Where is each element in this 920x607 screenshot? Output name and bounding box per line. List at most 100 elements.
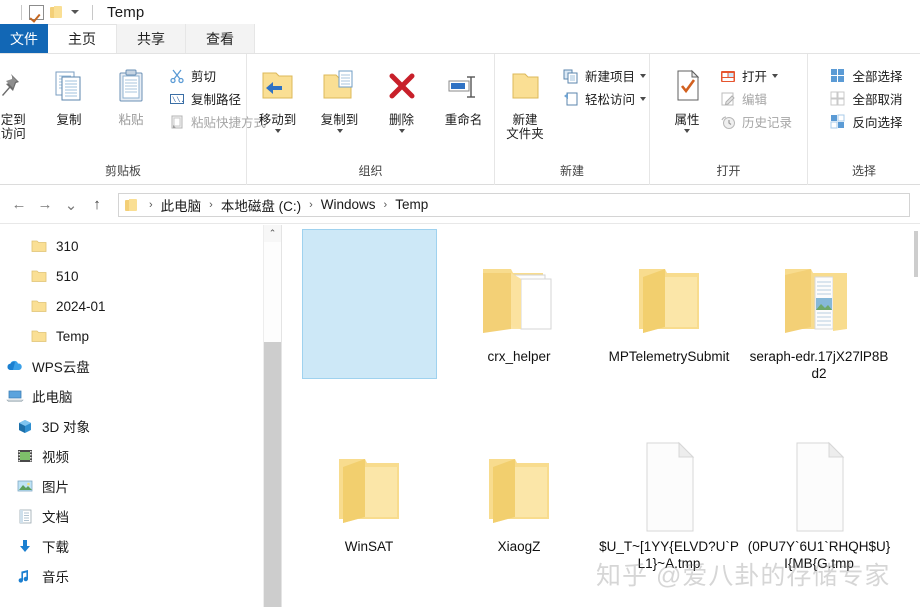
breadcrumb-item-windows[interactable]: Windows xyxy=(318,197,379,212)
documents-icon xyxy=(14,509,36,524)
recent-locations-button[interactable]: ⌄ xyxy=(58,192,84,218)
tab-share[interactable]: 共享 xyxy=(117,24,186,53)
nav-item-510[interactable]: 510 xyxy=(0,261,262,291)
copy-label: 复制 xyxy=(56,113,82,127)
tab-file[interactable]: 文件 xyxy=(0,24,48,53)
nav-item-music[interactable]: 音乐 xyxy=(0,561,262,591)
select-small-commands: 全部选择 全部取消 反向选择 xyxy=(821,58,906,133)
properties-button[interactable]: 属性 xyxy=(661,58,713,133)
delete-button[interactable]: 删除 xyxy=(371,58,433,133)
up-button[interactable]: ↑ xyxy=(84,192,110,218)
invert-selection-button[interactable]: 反向选择 xyxy=(829,110,903,133)
select-none-button[interactable]: 全部取消 xyxy=(829,87,903,110)
folder-with-files-icon xyxy=(444,229,594,347)
copy-path-icon: \\.. xyxy=(168,90,186,108)
scissors-icon xyxy=(168,67,186,85)
new-folder-button[interactable]: 新建 文件夹 xyxy=(494,58,556,141)
copy-to-button[interactable]: 复制到 xyxy=(309,58,371,133)
chevron-down-icon[interactable] xyxy=(772,73,778,78)
history-label: 历史记录 xyxy=(741,116,792,130)
breadcrumb-item-this-pc[interactable]: 此电脑 xyxy=(158,195,205,215)
easy-access-button[interactable]: 轻松访问 xyxy=(562,87,647,110)
file-item-crx-helper[interactable]: crx_helper xyxy=(444,229,594,366)
open-button[interactable]: 打开 xyxy=(719,64,792,87)
nav-item-310[interactable]: 310 xyxy=(0,231,262,261)
ribbon-group-label-open: 打开 xyxy=(716,164,741,178)
scrollbar-thumb[interactable] xyxy=(264,242,281,342)
window-title: Temp xyxy=(107,3,145,21)
chevron-down-icon[interactable] xyxy=(640,73,647,78)
ribbon: 固定到 速访问 xyxy=(0,54,920,185)
move-to-button[interactable]: 移动到 xyxy=(247,58,309,133)
copy-button[interactable]: 复制 xyxy=(38,58,100,127)
tab-view[interactable]: 查看 xyxy=(186,24,255,53)
file-explorer-window: Temp 文件 主页 共享 查看 固定到 速访问 xyxy=(0,0,920,607)
rename-button[interactable]: 重命名 xyxy=(433,58,495,127)
pin-to-quick-access-button[interactable]: 固定到 速访问 xyxy=(0,58,38,141)
back-button[interactable]: ← xyxy=(6,192,32,218)
nav-item-2024-01[interactable]: 2024-01 xyxy=(0,291,262,321)
selection-highlight xyxy=(302,229,437,379)
file-item-2345-crashes[interactable]: 2345_Crashes xyxy=(294,229,444,379)
file-item-tmp-1[interactable]: $U_T~[1YY{ELVD?U`PL1}~A.tmp xyxy=(594,419,744,573)
edit-button[interactable]: 编辑 xyxy=(719,87,792,110)
pictures-icon xyxy=(14,479,36,493)
file-pane-scrollbar[interactable] xyxy=(906,225,920,607)
nav-item-label: 视频 xyxy=(42,450,69,465)
easy-access-icon xyxy=(562,90,580,108)
ribbon-group-organize: 移动到 复制到 删除 重命名 组织 xyxy=(247,54,495,185)
copy-to-icon xyxy=(320,64,360,108)
file-item-mptelemetrysubmit[interactable]: MPTelemetrySubmit xyxy=(594,229,744,366)
chevron-down-icon[interactable] xyxy=(683,129,690,133)
navigation-pane-scrollbar[interactable]: ⌃ xyxy=(263,225,281,607)
properties-label: 属性 xyxy=(674,113,700,127)
history-button[interactable]: 历史记录 xyxy=(719,110,792,133)
nav-item-3d-objects[interactable]: 3D 对象 xyxy=(0,411,262,441)
paste-shortcut-icon xyxy=(168,113,186,131)
scrollbar-track[interactable] xyxy=(264,342,281,607)
folder-icon[interactable] xyxy=(50,6,64,18)
nav-item-wps-cloud[interactable]: WPS云盘 xyxy=(0,351,262,381)
file-item-name: seraph-edr.17jX27lP8Bd2 xyxy=(749,349,889,381)
chevron-down-icon[interactable] xyxy=(398,129,405,133)
nav-item-pictures[interactable]: 图片 xyxy=(0,471,262,501)
title-bar: Temp xyxy=(0,0,920,24)
nav-item-videos[interactable]: 视频 xyxy=(0,441,262,471)
new-item-button[interactable]: 新建项目 xyxy=(562,64,647,87)
file-item-name: (0PU7Y`6U1`RHQH$U}I{MB{G.tmp xyxy=(747,539,891,571)
nav-item-this-pc[interactable]: 此电脑 xyxy=(0,381,262,411)
forward-button[interactable]: → xyxy=(32,192,58,218)
breadcrumb-item-local-disk[interactable]: 本地磁盘 (C:) xyxy=(218,195,304,215)
nav-item-label: WPS云盘 xyxy=(32,360,90,375)
nav-item-temp[interactable]: Temp xyxy=(0,321,262,351)
history-icon xyxy=(719,113,737,131)
file-item-seraph-edr[interactable]: seraph-edr.17jX27lP8Bd2 xyxy=(744,229,894,383)
chevron-down-icon[interactable] xyxy=(336,129,343,133)
nav-item-label: 2024-01 xyxy=(56,298,106,314)
file-item-name: crx_helper xyxy=(487,349,551,364)
breadcrumb-separator: › xyxy=(383,198,388,211)
invert-selection-label: 反向选择 xyxy=(852,116,903,130)
chevron-down-icon[interactable] xyxy=(640,96,647,101)
scrollbar-thumb[interactable] xyxy=(914,231,918,277)
chevron-down-icon[interactable] xyxy=(274,129,281,133)
select-all-button[interactable]: 全部选择 xyxy=(829,64,903,87)
paste-button[interactable]: 粘贴 xyxy=(100,58,162,127)
chevron-down-icon[interactable] xyxy=(71,10,79,14)
file-item-tmp-2[interactable]: (0PU7Y`6U1`RHQH$U}I{MB{G.tmp xyxy=(744,419,894,573)
file-list-pane[interactable]: 2345_Crashes xyxy=(282,225,906,607)
file-item-name: WinSAT xyxy=(344,539,394,554)
breadcrumb-separator: › xyxy=(209,198,213,211)
breadcrumb-item-temp[interactable]: Temp xyxy=(392,197,431,212)
file-item-xiaogz[interactable]: XiaogZ xyxy=(444,419,594,556)
file-item-winsat[interactable]: WinSAT xyxy=(294,419,444,556)
breadcrumb[interactable]: › 此电脑 › 本地磁盘 (C:) › Windows › Temp xyxy=(118,192,910,217)
pin-label-line2: 速访问 xyxy=(0,127,26,141)
nav-item-downloads[interactable]: 下载 xyxy=(0,531,262,561)
tab-home[interactable]: 主页 xyxy=(48,24,117,53)
chevron-up-icon[interactable]: ⌃ xyxy=(264,225,281,242)
nav-item-documents[interactable]: 文档 xyxy=(0,501,262,531)
pin-icon xyxy=(0,64,24,108)
checkbox-checked-icon[interactable] xyxy=(29,4,44,20)
folder-icon xyxy=(28,269,50,283)
